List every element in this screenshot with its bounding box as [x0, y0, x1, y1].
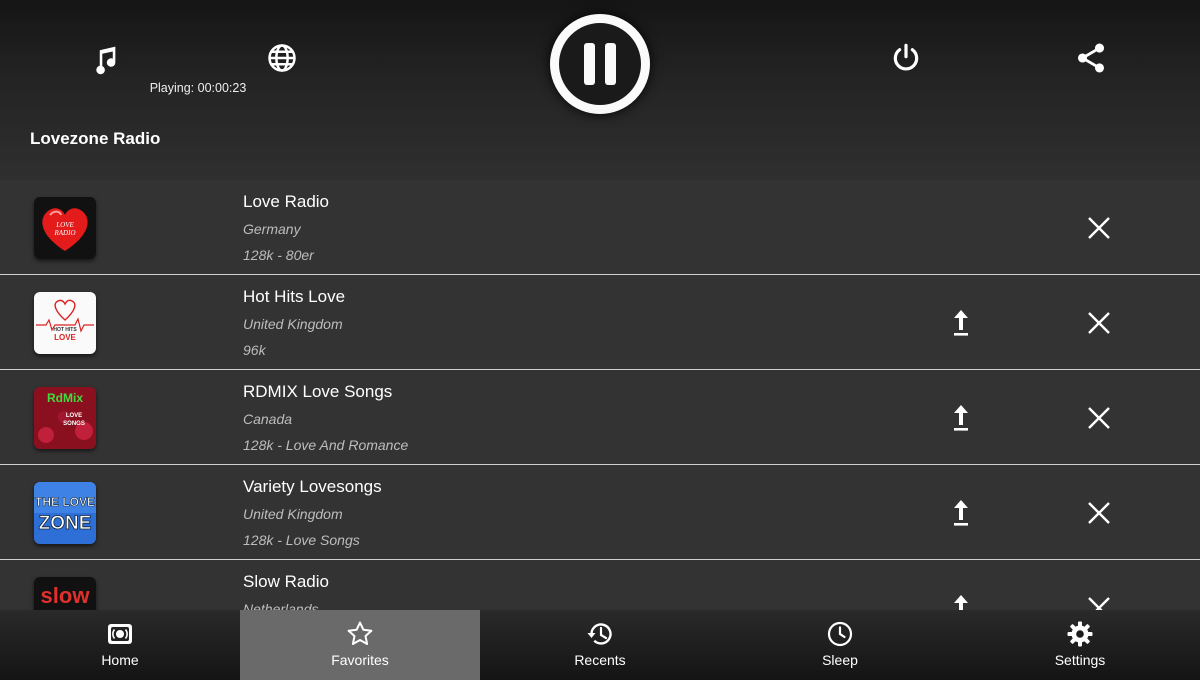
list-title: Lovezone Radio — [30, 129, 161, 148]
move-up-button[interactable] — [946, 403, 976, 433]
svg-text:slow: slow — [41, 583, 91, 608]
pause-icon — [584, 43, 595, 85]
svg-text:THE LOVE: THE LOVE — [35, 495, 95, 509]
station-row[interactable]: THE LOVE ZONE Variety Lovesongs United K… — [0, 465, 1200, 560]
station-logo: HOT HITS LOVE — [34, 292, 96, 354]
svg-text:LOVE: LOVE — [54, 333, 76, 342]
nav-settings[interactable]: Settings — [960, 610, 1200, 680]
nav-label: Settings — [1054, 652, 1106, 668]
close-icon — [1088, 312, 1110, 334]
playing-status: Playing: 00:00:23 — [149, 81, 247, 95]
nav-recents[interactable]: Recents — [480, 610, 720, 680]
bottom-navigation: Home Favorites Recents Sleep Settings — [0, 610, 1200, 680]
pause-button[interactable] — [550, 14, 650, 114]
share-icon[interactable] — [1071, 38, 1111, 78]
remove-station-button[interactable] — [1084, 403, 1114, 433]
music-note-icon[interactable] — [84, 38, 124, 78]
upload-arrow-icon — [954, 500, 968, 526]
remove-station-button[interactable] — [1084, 593, 1114, 610]
station-country: United Kingdom — [243, 316, 343, 332]
svg-text:RdMix: RdMix — [47, 391, 83, 405]
station-name: Slow Radio — [243, 572, 329, 591]
station-name: Hot Hits Love — [243, 287, 346, 306]
gear-icon — [1067, 621, 1093, 647]
remove-station-button[interactable] — [1084, 213, 1114, 243]
svg-text:SONGS: SONGS — [63, 421, 85, 427]
station-list: LOVE RADIO Love Radio Germany 128k - 80e… — [0, 180, 1200, 610]
station-row[interactable]: HOT HITS LOVE Hot Hits Love United Kingd… — [0, 275, 1200, 370]
nav-label: Sleep — [822, 652, 858, 668]
station-info: 128k - 80er — [243, 247, 314, 263]
station-name: Love Radio — [243, 192, 330, 211]
nav-sleep[interactable]: Sleep — [720, 610, 960, 680]
clock-icon — [827, 621, 853, 647]
move-up-button[interactable] — [946, 593, 976, 610]
station-name: Variety Lovesongs — [243, 477, 382, 496]
svg-text:LOVE: LOVE — [66, 413, 82, 419]
nav-home[interactable]: Home — [0, 610, 240, 680]
close-icon — [1088, 597, 1110, 610]
station-info: 128k - Love Songs — [243, 532, 360, 548]
station-name: RDMIX Love Songs — [243, 382, 393, 401]
nav-label: Favorites — [331, 652, 389, 668]
svg-text:RADIO: RADIO — [54, 229, 76, 237]
close-icon — [1088, 502, 1110, 524]
nav-label: Home — [101, 652, 139, 668]
svg-text:LOVE: LOVE — [55, 221, 74, 229]
radio-icon — [108, 624, 132, 644]
station-info: 128k - Love And Romance — [243, 437, 409, 453]
star-icon — [347, 621, 373, 645]
station-logo: LOVE RADIO — [34, 197, 96, 259]
station-country: Germany — [243, 221, 301, 237]
remove-station-button[interactable] — [1084, 308, 1114, 338]
move-up-button[interactable] — [946, 308, 976, 338]
upload-arrow-icon — [954, 310, 968, 336]
close-icon — [1088, 217, 1110, 239]
move-up-button[interactable] — [946, 498, 976, 528]
station-logo: THE LOVE ZONE — [34, 482, 96, 544]
station-row[interactable]: slow Slow Radio Netherlands — [0, 560, 1200, 610]
station-row[interactable]: LOVE RADIO Love Radio Germany 128k - 80e… — [0, 180, 1200, 275]
station-logo: RdMix LOVE SONGS — [34, 387, 96, 449]
upload-arrow-icon — [954, 405, 968, 431]
station-info: 96k — [243, 342, 266, 358]
station-row[interactable]: RdMix LOVE SONGS RDMIX Love Songs Canada… — [0, 370, 1200, 465]
history-icon — [587, 623, 612, 645]
station-country: United Kingdom — [243, 506, 343, 522]
globe-icon[interactable] — [262, 38, 302, 78]
power-icon[interactable] — [886, 38, 926, 78]
station-country: Canada — [243, 411, 293, 427]
station-logo: slow — [34, 577, 96, 610]
station-country: Netherlands — [243, 601, 319, 610]
nav-favorites[interactable]: Favorites — [240, 610, 480, 680]
remove-station-button[interactable] — [1084, 498, 1114, 528]
close-icon — [1088, 407, 1110, 429]
upload-arrow-icon — [954, 595, 968, 610]
top-bar: Playing: 00:00:23 Lovezone Radio — [0, 0, 1200, 180]
svg-text:ZONE: ZONE — [39, 513, 92, 534]
nav-label: Recents — [574, 652, 626, 668]
